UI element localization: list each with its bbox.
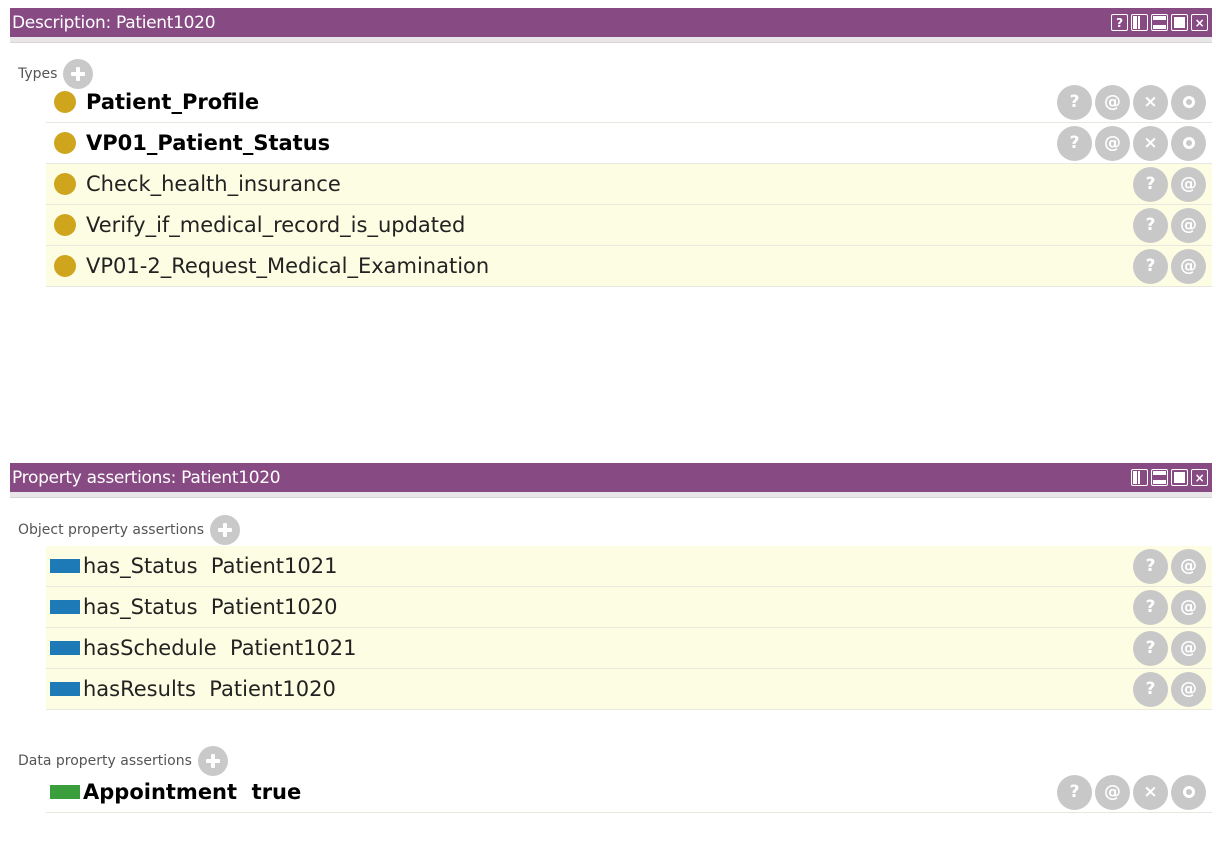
object-property-header-label: Object property assertions: [18, 522, 205, 538]
explain-button[interactable]: ?: [1057, 84, 1092, 120]
data-property-header-label: Data property assertions: [18, 753, 192, 769]
assertion-label: has_Status Patient1020: [83, 595, 338, 619]
edit-button[interactable]: [1171, 125, 1206, 161]
data-property-icon: [50, 785, 80, 799]
property-assertions-panel: Property assertions: Patient1020 × Objec…: [10, 463, 1212, 848]
object-assertion-row[interactable]: has_Status Patient1020 ? @: [46, 587, 1212, 628]
close-icon[interactable]: ×: [1191, 469, 1208, 486]
assertion-label: Appointment true: [83, 780, 302, 804]
delete-button[interactable]: ×: [1133, 125, 1168, 161]
data-assertion-row[interactable]: Appointment true ? @ ×: [46, 772, 1212, 813]
edit-button[interactable]: [1171, 84, 1206, 120]
description-panel: Description: Patient1020 ? × Types Patie…: [10, 8, 1212, 452]
type-label: Patient_Profile: [86, 90, 260, 114]
class-icon: [54, 91, 76, 113]
explain-button[interactable]: ?: [1133, 207, 1168, 243]
split-view-icon[interactable]: [1131, 14, 1148, 31]
type-label: Check_health_insurance: [86, 172, 341, 196]
explain-button[interactable]: ?: [1133, 248, 1168, 284]
annotate-button[interactable]: @: [1171, 671, 1206, 707]
annotate-button[interactable]: @: [1171, 630, 1206, 666]
minimize-icon[interactable]: [1151, 14, 1168, 31]
explain-button[interactable]: ?: [1133, 589, 1168, 625]
annotate-button[interactable]: @: [1171, 589, 1206, 625]
object-property-icon: [50, 559, 80, 573]
annotate-button[interactable]: @: [1171, 166, 1206, 202]
explain-button[interactable]: ?: [1133, 671, 1168, 707]
object-property-icon: [50, 600, 80, 614]
explain-button[interactable]: ?: [1057, 774, 1092, 810]
description-toolbar: [10, 37, 1212, 43]
type-label: Verify_if_medical_record_is_updated: [86, 213, 466, 237]
minimize-icon[interactable]: [1151, 469, 1168, 486]
type-label: VP01-2_Request_Medical_Examination: [86, 254, 490, 278]
maximize-icon[interactable]: [1171, 469, 1188, 486]
data-assertions-list: Appointment true ? @ ×: [46, 772, 1212, 813]
annotate-button[interactable]: @: [1171, 207, 1206, 243]
type-label: VP01_Patient_Status: [86, 131, 331, 155]
types-list: Patient_Profile ? @ × VP01_Patient_Statu…: [46, 82, 1212, 287]
explain-button[interactable]: ?: [1133, 166, 1168, 202]
object-assertion-row[interactable]: hasResults Patient1020 ? @: [46, 669, 1212, 710]
object-assertion-row[interactable]: has_Status Patient1021 ? @: [46, 546, 1212, 587]
class-icon: [54, 255, 76, 277]
class-icon: [54, 173, 76, 195]
types-header-label: Types: [18, 66, 58, 82]
type-row[interactable]: VP01_Patient_Status ? @ ×: [46, 123, 1212, 164]
explain-button[interactable]: ?: [1133, 548, 1168, 584]
annotate-button[interactable]: @: [1095, 774, 1130, 810]
property-toolbar: [10, 492, 1212, 498]
object-property-header: Object property assertions: [10, 513, 1212, 547]
annotate-button[interactable]: @: [1171, 248, 1206, 284]
type-row[interactable]: Patient_Profile ? @ ×: [46, 82, 1212, 123]
edit-button[interactable]: [1171, 774, 1206, 810]
type-row[interactable]: Check_health_insurance ? @: [46, 164, 1212, 205]
description-title: Description: Patient1020: [12, 12, 216, 33]
annotate-button[interactable]: @: [1171, 548, 1206, 584]
close-icon[interactable]: ×: [1191, 14, 1208, 31]
assertion-label: hasResults Patient1020: [83, 677, 336, 701]
explain-button[interactable]: ?: [1133, 630, 1168, 666]
assertion-label: has_Status Patient1021: [83, 554, 338, 578]
delete-button[interactable]: ×: [1133, 84, 1168, 120]
object-property-icon: [50, 682, 80, 696]
property-titlebar: Property assertions: Patient1020 ×: [10, 463, 1212, 492]
maximize-icon[interactable]: [1171, 14, 1188, 31]
object-assertion-row[interactable]: hasSchedule Patient1021 ? @: [46, 628, 1212, 669]
split-view-icon[interactable]: [1131, 469, 1148, 486]
annotate-button[interactable]: @: [1095, 84, 1130, 120]
description-titlebar: Description: Patient1020 ? ×: [10, 8, 1212, 37]
help-icon[interactable]: ?: [1111, 14, 1128, 31]
explain-button[interactable]: ?: [1057, 125, 1092, 161]
property-title: Property assertions: Patient1020: [12, 467, 281, 488]
annotate-button[interactable]: @: [1095, 125, 1130, 161]
type-row[interactable]: Verify_if_medical_record_is_updated ? @: [46, 205, 1212, 246]
delete-button[interactable]: ×: [1133, 774, 1168, 810]
object-assertions-list: has_Status Patient1021 ? @ has_Status Pa…: [46, 546, 1212, 710]
object-property-icon: [50, 641, 80, 655]
type-row[interactable]: VP01-2_Request_Medical_Examination ? @: [46, 246, 1212, 287]
assertion-label: hasSchedule Patient1021: [83, 636, 357, 660]
class-icon: [54, 214, 76, 236]
class-icon: [54, 132, 76, 154]
add-object-property-button[interactable]: [210, 515, 241, 545]
